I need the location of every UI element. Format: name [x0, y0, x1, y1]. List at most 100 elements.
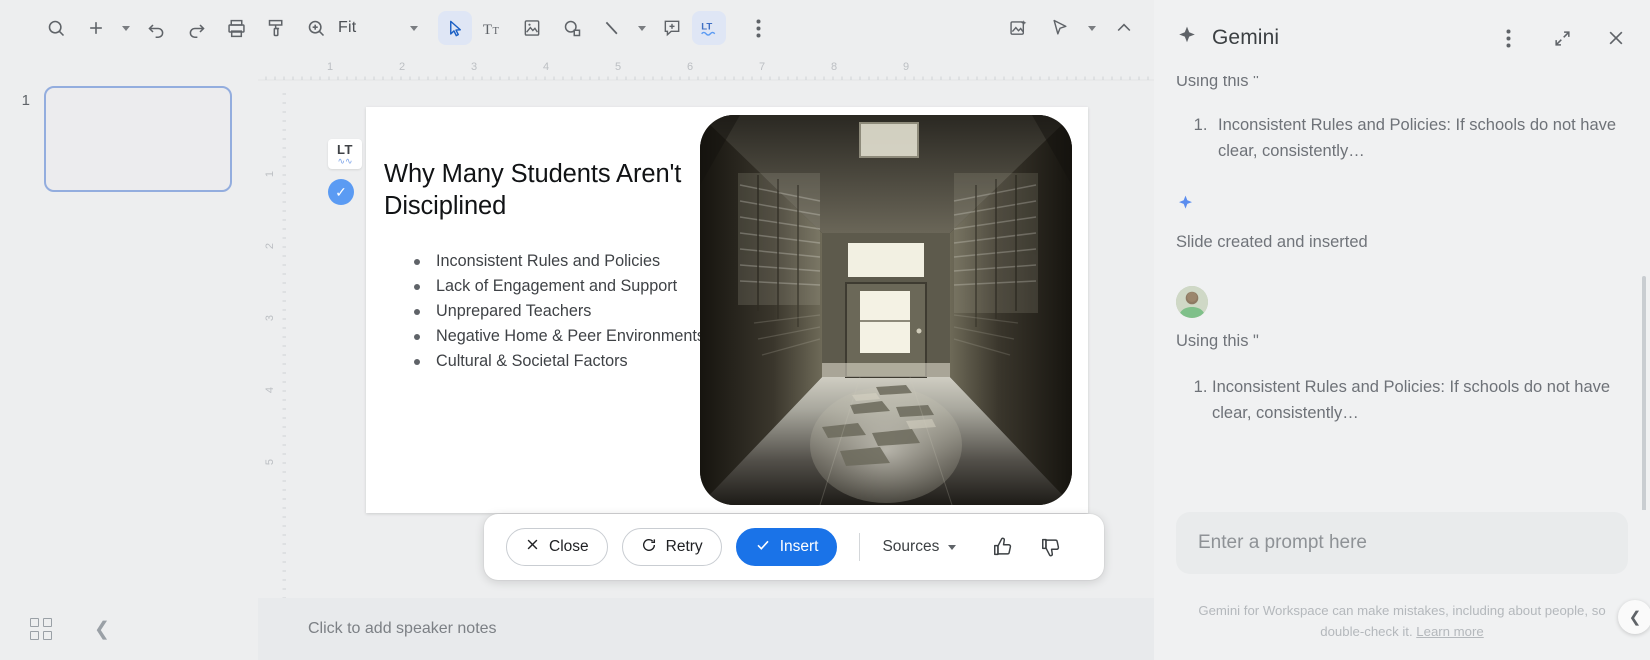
- slide-editing-area[interactable]: Why Many Students Aren't Disciplined Inc…: [366, 107, 1088, 513]
- svg-text:LT: LT: [701, 21, 712, 32]
- sources-label: Sources: [882, 538, 940, 555]
- svg-text:4: 4: [264, 387, 276, 393]
- lt-check-icon[interactable]: ✓: [328, 179, 354, 205]
- gemini-close-icon[interactable]: [1596, 18, 1636, 58]
- list-item: Inconsistent Rules and Policies: If scho…: [1212, 113, 1628, 164]
- line-dropdown-icon[interactable]: [632, 8, 652, 48]
- print-icon[interactable]: [216, 8, 256, 48]
- gemini-disclaimer: Gemini for Workspace can make mistakes, …: [1184, 601, 1620, 642]
- svg-text:9: 9: [903, 61, 909, 73]
- language-tool-logo-icon[interactable]: LT ∿∿: [328, 139, 362, 169]
- zoom-dropdown-icon[interactable]: [404, 8, 424, 48]
- line-icon[interactable]: [592, 8, 632, 48]
- gemini-prompt-input[interactable]: Enter a prompt here: [1176, 512, 1628, 574]
- gemini-response-sparkle-icon: [1176, 194, 1628, 217]
- zoom-icon[interactable]: [296, 8, 336, 48]
- avatar: [1176, 286, 1208, 319]
- gemini-panel-header: Gemini: [1154, 0, 1650, 76]
- select-tool-icon[interactable]: [438, 11, 473, 45]
- svg-text:8: 8: [831, 61, 837, 73]
- collapse-filmstrip-icon[interactable]: ❮: [94, 620, 110, 639]
- more-options-icon[interactable]: [738, 8, 778, 48]
- sources-dropdown[interactable]: Sources: [882, 538, 957, 556]
- redo-icon[interactable]: [176, 8, 216, 48]
- insert-image-icon[interactable]: [512, 8, 552, 48]
- list-item: Inconsistent Rules and Policies: If scho…: [1212, 375, 1628, 426]
- search-icon[interactable]: [36, 8, 76, 48]
- gemini-conversation: Using this " Inconsistent Rules and Poli…: [1154, 76, 1650, 510]
- undo-icon[interactable]: [136, 8, 176, 48]
- grid-view-icon[interactable]: [30, 618, 52, 640]
- close-button-label: Close: [549, 538, 589, 555]
- retry-button[interactable]: Retry: [621, 528, 722, 566]
- gemini-message-1-prefix: Using this ": [1176, 76, 1259, 90]
- slide-filmstrip: 1 ❮: [0, 56, 258, 660]
- retry-button-label: Retry: [665, 538, 703, 555]
- insert-button[interactable]: Insert: [735, 528, 838, 566]
- close-button[interactable]: Close: [506, 528, 608, 566]
- close-icon: [525, 537, 540, 557]
- check-icon: [755, 537, 771, 558]
- collapse-toolbar-icon[interactable]: [1104, 8, 1144, 48]
- chevron-down-icon: [948, 544, 957, 550]
- gemini-message-2-prefix: Using this ": [1176, 332, 1259, 351]
- thumbs-up-icon[interactable]: [986, 530, 1020, 564]
- toolbar-right-group: [998, 0, 1156, 56]
- gemini-expand-icon[interactable]: [1542, 18, 1582, 58]
- speaker-notes-placeholder: Click to add speaker notes: [308, 620, 497, 637]
- gemini-more-options-icon[interactable]: [1488, 18, 1528, 58]
- speaker-notes-area[interactable]: Click to add speaker notes: [258, 598, 1154, 660]
- paint-format-icon[interactable]: [256, 8, 296, 48]
- slide-bullet-list[interactable]: Inconsistent Rules and Policies Lack of …: [400, 249, 720, 375]
- comment-icon[interactable]: [652, 8, 692, 48]
- insert-button-label: Insert: [779, 538, 819, 555]
- slide-thumbnail[interactable]: [44, 86, 232, 192]
- image-sparkle-icon[interactable]: [998, 8, 1038, 48]
- svg-text:5: 5: [264, 459, 276, 465]
- svg-text:T: T: [492, 25, 499, 36]
- gemini-scrollbar[interactable]: [1642, 276, 1646, 510]
- slide-hallway-image[interactable]: [700, 115, 1072, 505]
- vertical-ruler-ticks: 1 2 3 4 5: [264, 93, 286, 598]
- svg-text:1: 1: [264, 171, 276, 177]
- svg-text:1: 1: [327, 61, 333, 73]
- svg-text:6: 6: [687, 61, 693, 73]
- laser-pointer-icon[interactable]: [1040, 8, 1080, 48]
- add-slide-dropdown-icon[interactable]: [116, 8, 136, 48]
- add-slide-icon[interactable]: [76, 8, 116, 48]
- gemini-side-panel: Gemini Using this " Inconsistent Rules: [1154, 0, 1650, 660]
- learn-more-link[interactable]: Learn more: [1416, 624, 1483, 639]
- filmstrip-slide-1[interactable]: 1: [16, 86, 232, 192]
- thumbs-down-icon[interactable]: [1034, 530, 1068, 564]
- shape-icon[interactable]: [552, 8, 592, 48]
- filmstrip-footer: ❮: [0, 598, 258, 660]
- collapse-panel-icon[interactable]: ❮: [1618, 600, 1650, 634]
- lt-wave-icon: ∿∿: [337, 155, 353, 166]
- list-item: Cultural & Societal Factors: [400, 349, 720, 374]
- list-item: Inconsistent Rules and Policies: [400, 249, 720, 274]
- vertical-ruler: 1 2 3 4 5: [262, 84, 288, 598]
- gemini-status-text: Slide created and inserted: [1176, 233, 1368, 252]
- gemini-disclaimer-text: Gemini for Workspace can make mistakes, …: [1198, 603, 1606, 639]
- language-tool-icon[interactable]: LT: [692, 11, 727, 45]
- horizontal-ruler: 1 2 3 4 5 6 7 8 9: [258, 58, 1154, 84]
- svg-text:3: 3: [264, 315, 276, 321]
- slide-title[interactable]: Why Many Students Aren't Disciplined: [384, 159, 714, 222]
- gemini-message-1-list: Inconsistent Rules and Policies: If scho…: [1176, 113, 1628, 164]
- gemini-action-bar: Close Retry Insert Sources: [484, 514, 1104, 580]
- action-bar-divider: [859, 533, 861, 561]
- lt-badge-label: LT: [337, 141, 353, 157]
- list-item: Lack of Engagement and Support: [400, 274, 720, 299]
- svg-text:2: 2: [399, 61, 405, 73]
- zoom-level-label[interactable]: Fit: [336, 19, 362, 37]
- slide-number: 1: [21, 92, 30, 109]
- gemini-prompt-placeholder: Enter a prompt here: [1198, 532, 1367, 553]
- text-box-icon[interactable]: T T: [472, 8, 512, 48]
- svg-text:4: 4: [543, 61, 549, 73]
- svg-text:2: 2: [264, 243, 276, 249]
- list-item: Negative Home & Peer Environments: [400, 324, 720, 349]
- gemini-panel-title: Gemini: [1212, 26, 1280, 49]
- laser-pointer-dropdown-icon[interactable]: [1082, 8, 1102, 48]
- slides-app-window: Fit T T LT 1 ❮ 1 2 3 4 5 6 7 8 9 1 2 3 4…: [0, 0, 1650, 660]
- svg-text:7: 7: [759, 61, 765, 73]
